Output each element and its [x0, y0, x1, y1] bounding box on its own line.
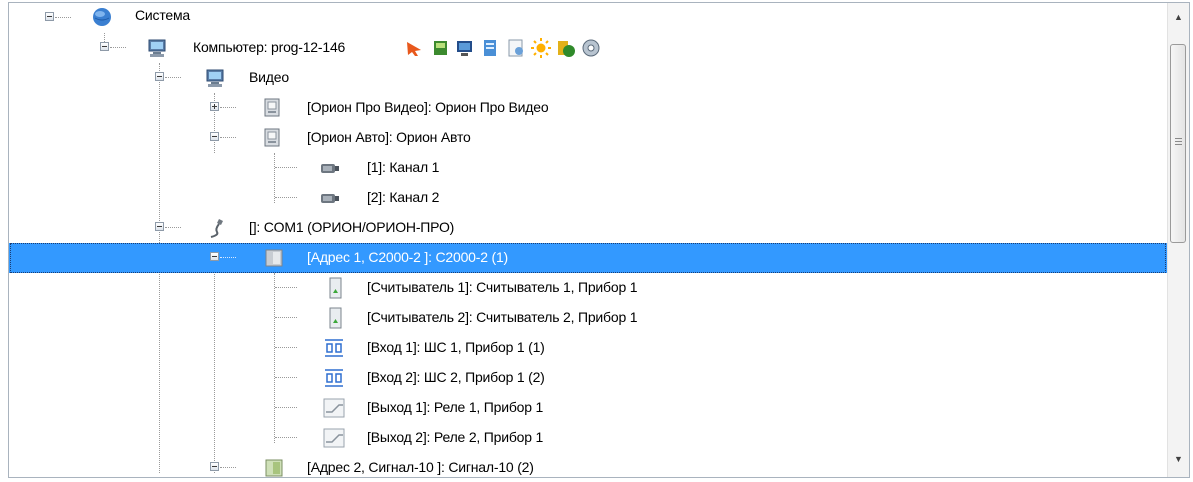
tree-item-address-1[interactable]: [Адрес 1, С2000-2 ]: С2000-2 (1) — [9, 243, 1167, 273]
tree-item-label: [Орион Про Видео]: Орион Про Видео — [307, 99, 549, 115]
tree-item-orion-pro-video[interactable]: [Орион Про Видео]: Орион Про Видео — [9, 93, 1167, 123]
collapse-toggle[interactable] — [155, 72, 164, 81]
reader-icon — [329, 277, 342, 299]
report-icon[interactable] — [506, 38, 526, 58]
thumb-grip — [1175, 144, 1182, 145]
tree-item-label: []: COM1 (ОРИОН/ОРИОН-ПРО) — [249, 219, 455, 235]
computer-icon — [206, 69, 224, 87]
expand-toggle[interactable] — [210, 102, 219, 111]
tree-item-label: [Считыватель 2]: Считыватель 2, Прибор 1 — [367, 309, 638, 325]
coins-icon[interactable] — [556, 38, 576, 58]
arrow-icon[interactable] — [405, 38, 425, 58]
system-tree: Система Компьютер: prog-12-146 Видео [Ор… — [9, 3, 1167, 477]
device-icon — [265, 459, 283, 477]
document-icon[interactable] — [480, 38, 500, 58]
tree-item-channel-1[interactable]: [1]: Канал 1 — [9, 153, 1167, 183]
disk-icon[interactable] — [581, 38, 601, 58]
collapse-toggle[interactable] — [45, 12, 54, 21]
tree-item-label: [1]: Канал 1 — [367, 159, 440, 175]
reader-icon — [329, 307, 342, 329]
tree-branch-line — [275, 287, 297, 288]
scrollbar-thumb[interactable] — [1170, 44, 1186, 243]
collapse-toggle[interactable] — [210, 462, 219, 471]
tree-branch-line — [275, 167, 297, 168]
tree-view-frame: Система Компьютер: prog-12-146 Видео [Ор… — [8, 2, 1190, 478]
video-server-icon — [264, 98, 280, 117]
tree-item-reader-1[interactable]: [Считыватель 1]: Считыватель 1, Прибор 1 — [9, 273, 1167, 303]
sun-icon[interactable] — [531, 38, 551, 58]
tree-branch-line — [275, 347, 297, 348]
tree-branch-line — [275, 437, 297, 438]
book-icon[interactable] — [431, 38, 451, 58]
globe-icon — [93, 8, 111, 26]
tree-item-computer[interactable]: Компьютер: prog-12-146 — [9, 33, 1167, 63]
tree-item-output-2[interactable]: [Выход 2]: Реле 2, Прибор 1 — [9, 423, 1167, 453]
tree-item-label: [Выход 2]: Реле 2, Прибор 1 — [367, 429, 544, 445]
tree-branch-line — [275, 407, 297, 408]
vertical-scrollbar[interactable]: ▲ ▼ — [1167, 3, 1189, 477]
monitor-icon[interactable] — [455, 38, 475, 58]
scroll-up-button[interactable]: ▲ — [1168, 7, 1189, 27]
tree-item-label: [Считыватель 1]: Считыватель 1, Прибор 1 — [367, 279, 638, 295]
tree-item-label: [Адрес 1, С2000-2 ]: С2000-2 (1) — [307, 249, 508, 265]
thumb-grip — [1175, 138, 1182, 139]
tree-item-com1[interactable]: []: COM1 (ОРИОН/ОРИОН-ПРО) — [9, 213, 1167, 243]
tree-branch-line — [220, 137, 236, 138]
scroll-down-button[interactable]: ▼ — [1168, 449, 1189, 469]
tree-item-label: Система — [135, 7, 190, 23]
tree-item-label: [Орион Авто]: Орион Авто — [307, 129, 471, 145]
collapse-toggle[interactable] — [210, 252, 219, 261]
loop-input-icon — [325, 339, 343, 357]
camera-icon — [321, 164, 339, 173]
tree-item-label: [Выход 1]: Реле 1, Прибор 1 — [367, 399, 544, 415]
collapse-toggle[interactable] — [210, 132, 219, 141]
relay-icon — [323, 428, 345, 448]
tree-item-system[interactable]: Система — [9, 3, 1167, 33]
tree-item-label: Видео — [249, 69, 289, 85]
tree-item-label: [Вход 1]: ШС 1, Прибор 1 (1) — [367, 339, 545, 355]
tree-item-reader-2[interactable]: [Считыватель 2]: Считыватель 2, Прибор 1 — [9, 303, 1167, 333]
tree-branch-line — [275, 197, 297, 198]
tree-branch-line — [275, 377, 297, 378]
thumb-grip — [1175, 141, 1182, 142]
tree-branch-line — [165, 227, 181, 228]
tree-branch-line — [55, 17, 71, 18]
com-port-icon — [210, 219, 223, 238]
tree-branch-line — [110, 47, 126, 48]
video-server-icon — [264, 128, 280, 147]
tree-item-label: [Вход 2]: ШС 2, Прибор 1 (2) — [367, 369, 545, 385]
tree-item-address-2[interactable]: [Адрес 2, Сигнал-10 ]: Сигнал-10 (2) — [9, 453, 1167, 477]
tree-item-label: [Адрес 2, Сигнал-10 ]: Сигнал-10 (2) — [307, 459, 534, 475]
loop-input-icon — [325, 369, 343, 387]
computer-icon — [148, 39, 166, 57]
tree-item-output-1[interactable]: [Выход 1]: Реле 1, Прибор 1 — [9, 393, 1167, 423]
collapse-toggle[interactable] — [155, 222, 164, 231]
tree-item-orion-auto[interactable]: [Орион Авто]: Орион Авто — [9, 123, 1167, 153]
relay-icon — [323, 398, 345, 418]
device-icon — [265, 249, 283, 267]
focus-rectangle — [10, 243, 1166, 273]
collapse-toggle[interactable] — [100, 42, 109, 51]
tree-item-label: [2]: Канал 2 — [367, 189, 440, 205]
tree-branch-line — [220, 257, 236, 258]
tree-item-video[interactable]: Видео — [9, 63, 1167, 93]
tree-branch-line — [220, 467, 236, 468]
tree-branch-line — [220, 107, 236, 108]
tree-item-input-2[interactable]: [Вход 2]: ШС 2, Прибор 1 (2) — [9, 363, 1167, 393]
tree-branch-line — [165, 77, 181, 78]
camera-icon — [321, 194, 339, 203]
tree-item-input-1[interactable]: [Вход 1]: ШС 1, Прибор 1 (1) — [9, 333, 1167, 363]
tree-item-channel-2[interactable]: [2]: Канал 2 — [9, 183, 1167, 213]
tree-branch-line — [275, 317, 297, 318]
tree-item-label: Компьютер: prog-12-146 — [193, 39, 346, 55]
